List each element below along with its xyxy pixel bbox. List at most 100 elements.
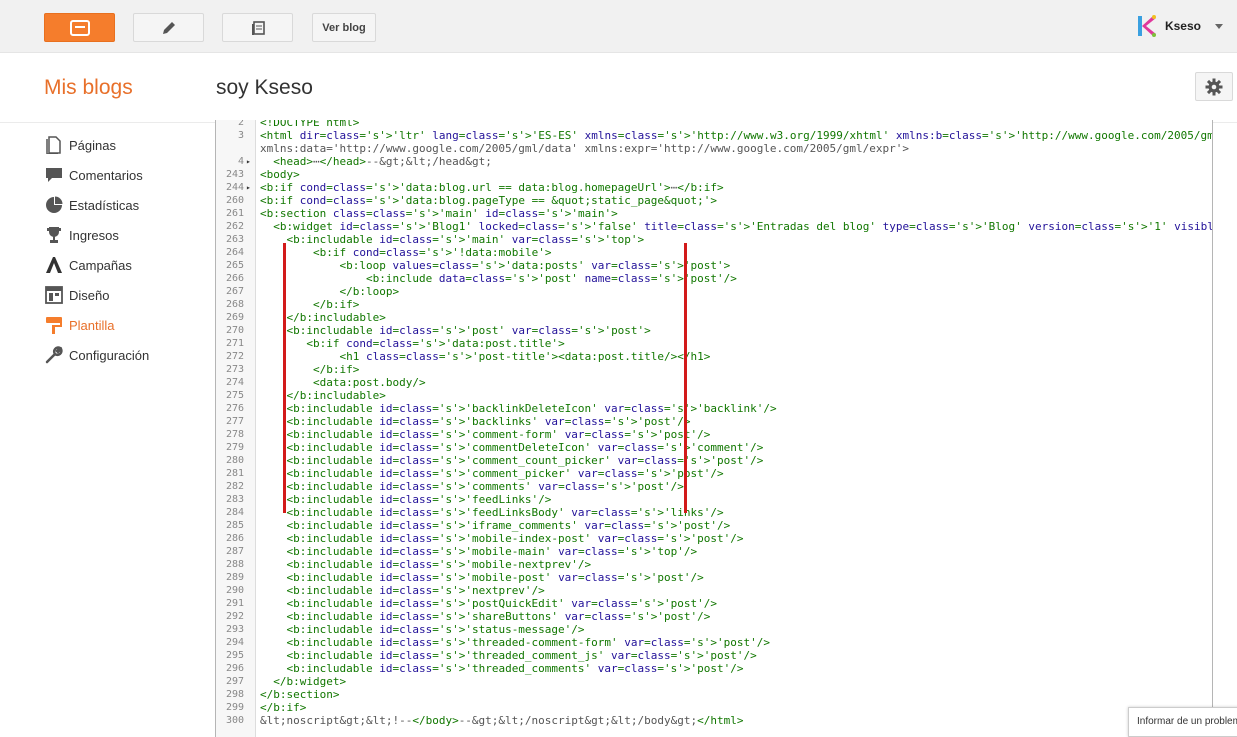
code-line: 297 </b:widget> bbox=[216, 675, 1212, 688]
fold-arrow-icon[interactable]: ▸ bbox=[246, 155, 251, 168]
blogger-home-button[interactable] bbox=[44, 13, 115, 42]
line-number: 261 bbox=[225, 208, 244, 219]
code-line: 271 <b:if cond=class='s'>'data:post.titl… bbox=[216, 337, 1212, 350]
line-text: <b:includable id=class='s'>'mobile-post'… bbox=[286, 571, 704, 584]
line-number: 287 bbox=[225, 546, 244, 557]
code-line: 265 <b:loop values=class='s'>'data:posts… bbox=[216, 259, 1212, 272]
line-number: 296 bbox=[225, 663, 244, 674]
sidebar-item-template[interactable]: Plantilla bbox=[44, 310, 204, 340]
code-line: 270 <b:includable id=class='s'>'post' va… bbox=[216, 324, 1212, 337]
code-line: 274 <data:post.body/> bbox=[216, 376, 1212, 389]
highlight-bar-right bbox=[684, 243, 687, 513]
line-number: 283 bbox=[225, 494, 244, 505]
line-text: <b:includable id=class='s'>'backlinkDele… bbox=[286, 402, 777, 415]
line-text: <b:includable id=class='s'>'mobile-nextp… bbox=[286, 558, 592, 571]
line-number: 294 bbox=[225, 637, 244, 648]
sidebar-item-label: Campañas bbox=[69, 257, 132, 273]
sidebar-item-label: Diseño bbox=[69, 287, 110, 303]
line-number: 269 bbox=[225, 312, 244, 323]
line-number: 279 bbox=[225, 442, 244, 453]
view-blog-button[interactable]: Ver blog bbox=[312, 13, 376, 42]
chevron-down-icon bbox=[1215, 23, 1223, 29]
sidebar-item-label: Configuración bbox=[69, 347, 150, 363]
line-number: 275 bbox=[225, 390, 244, 401]
line-text: </b:if> bbox=[260, 701, 307, 714]
sidebar-item-label: Comentarios bbox=[69, 167, 143, 183]
settings-button[interactable] bbox=[1195, 72, 1233, 101]
line-text: xmlns:data='http://www.google.com/2005/g… bbox=[260, 142, 910, 155]
line-number: 300 bbox=[225, 715, 244, 726]
code-line: 263 <b:includable id=class='s'>'main' va… bbox=[216, 233, 1212, 246]
line-text: <b:loop values=class='s'>'data:posts' va… bbox=[339, 259, 731, 272]
code-line: 287 <b:includable id=class='s'>'mobile-m… bbox=[216, 545, 1212, 558]
template-code-editor[interactable]: 2 <!DOCTYPE html> 3 <html dir=class='s'>'lt… bbox=[215, 120, 1213, 737]
sidebar-nav: Páginas Comentarios Estadísticas Ingreso… bbox=[44, 130, 204, 370]
line-text: <b:includable id=class='s'>'feedLinks'/> bbox=[286, 493, 552, 506]
line-number: 266 bbox=[225, 273, 244, 284]
line-text: <b:if cond=class='s'>'data:blog.url == d… bbox=[260, 181, 724, 194]
stats-icon bbox=[44, 195, 64, 215]
line-number: 278 bbox=[225, 429, 244, 440]
line-text: <b:include data=class='s'>'post' name=cl… bbox=[365, 272, 737, 285]
line-number: 297 bbox=[225, 676, 244, 687]
line-number: 4 bbox=[237, 156, 244, 167]
report-problem-button[interactable]: Informar de un problema bbox=[1128, 707, 1237, 737]
comments-icon bbox=[44, 165, 64, 185]
line-text: </b:section> bbox=[260, 688, 340, 701]
line-text: &lt;noscript&gt;&lt;!--</body>--&gt;&lt;… bbox=[260, 714, 744, 727]
pencil-icon bbox=[162, 21, 175, 34]
my-blogs-link[interactable]: Mis blogs bbox=[44, 76, 133, 100]
line-number: 260 bbox=[225, 195, 244, 206]
line-number: 285 bbox=[225, 520, 244, 531]
line-number: 273 bbox=[225, 364, 244, 375]
line-number: 263 bbox=[225, 234, 244, 245]
view-posts-button[interactable] bbox=[222, 13, 293, 42]
account-menu[interactable]: Kseso bbox=[1135, 14, 1223, 38]
code-line: 273 </b:if> bbox=[216, 363, 1212, 376]
code-line: xmlns:data='http://www.google.com/2005/g… bbox=[216, 142, 1212, 155]
sidebar-item-comments[interactable]: Comentarios bbox=[44, 160, 204, 190]
line-text: </b:widget> bbox=[273, 675, 347, 688]
code-line: 260 <b:if cond=class='s'>'data:blog.pageT… bbox=[216, 194, 1212, 207]
line-text: <b:includable id=class='s'>'postQuickEdi… bbox=[286, 597, 718, 610]
line-number: 289 bbox=[225, 572, 244, 583]
line-text: <b:includable id=class='s'>'mobile-index… bbox=[286, 532, 744, 545]
code-line: 294 <b:includable id=class='s'>'threaded… bbox=[216, 636, 1212, 649]
line-text: <b:section class=class='s'>'main' id=cla… bbox=[260, 207, 618, 220]
fold-arrow-icon[interactable]: ▸ bbox=[246, 181, 251, 194]
sidebar-item-label: Ingresos bbox=[69, 227, 119, 243]
code-line: 4 ▸ <head>⋯</head>--&gt;&lt;/head&gt; bbox=[216, 155, 1212, 168]
line-text: <b:includable id=class='s'>'backlinks' v… bbox=[286, 415, 691, 428]
code-line: 292 <b:includable id=class='s'>'shareBut… bbox=[216, 610, 1212, 623]
code-line: 279 <b:includable id=class='s'>'commentD… bbox=[216, 441, 1212, 454]
new-post-button[interactable] bbox=[133, 13, 204, 42]
code-line: 281 <b:includable id=class='s'>'comment_… bbox=[216, 467, 1212, 480]
sidebar-item-layout[interactable]: Diseño bbox=[44, 280, 204, 310]
line-text: <b:if cond=class='s'>'data:post.title'> bbox=[306, 337, 565, 350]
line-text: <b:includable id=class='s'>'feedLinksBod… bbox=[286, 506, 724, 519]
code-line: 296 <b:includable id=class='s'>'threaded… bbox=[216, 662, 1212, 675]
sidebar-item-stats[interactable]: Estadísticas bbox=[44, 190, 204, 220]
sidebar-item-earnings[interactable]: Ingresos bbox=[44, 220, 204, 250]
sidebar-item-label: Estadísticas bbox=[69, 197, 140, 213]
line-text: <b:includable id=class='s'>'threaded_com… bbox=[286, 649, 757, 662]
code-line: 295 <b:includable id=class='s'>'threaded… bbox=[216, 649, 1212, 662]
sidebar-item-pages[interactable]: Páginas bbox=[44, 130, 204, 160]
line-text: </b:includable> bbox=[286, 311, 386, 324]
line-number: 298 bbox=[225, 689, 244, 700]
layout-icon bbox=[44, 285, 64, 305]
code-line: 298 </b:section> bbox=[216, 688, 1212, 701]
line-number: 262 bbox=[225, 221, 244, 232]
line-number: 280 bbox=[225, 455, 244, 466]
code-line: 293 <b:includable id=class='s'>'status-m… bbox=[216, 623, 1212, 636]
line-number: 284 bbox=[225, 507, 244, 518]
sidebar-item-settings[interactable]: Configuración bbox=[44, 340, 204, 370]
line-number: 286 bbox=[225, 533, 244, 544]
line-text: <body> bbox=[260, 168, 300, 181]
code-line: 269 </b:includable> bbox=[216, 311, 1212, 324]
code-line: 276 <b:includable id=class='s'>'backlink… bbox=[216, 402, 1212, 415]
sidebar-item-campaigns[interactable]: Campañas bbox=[44, 250, 204, 280]
code-line: 277 <b:includable id=class='s'>'backlink… bbox=[216, 415, 1212, 428]
line-number: 267 bbox=[225, 286, 244, 297]
code-line: 264 <b:if cond=class='s'>'!data:mobile'> bbox=[216, 246, 1212, 259]
